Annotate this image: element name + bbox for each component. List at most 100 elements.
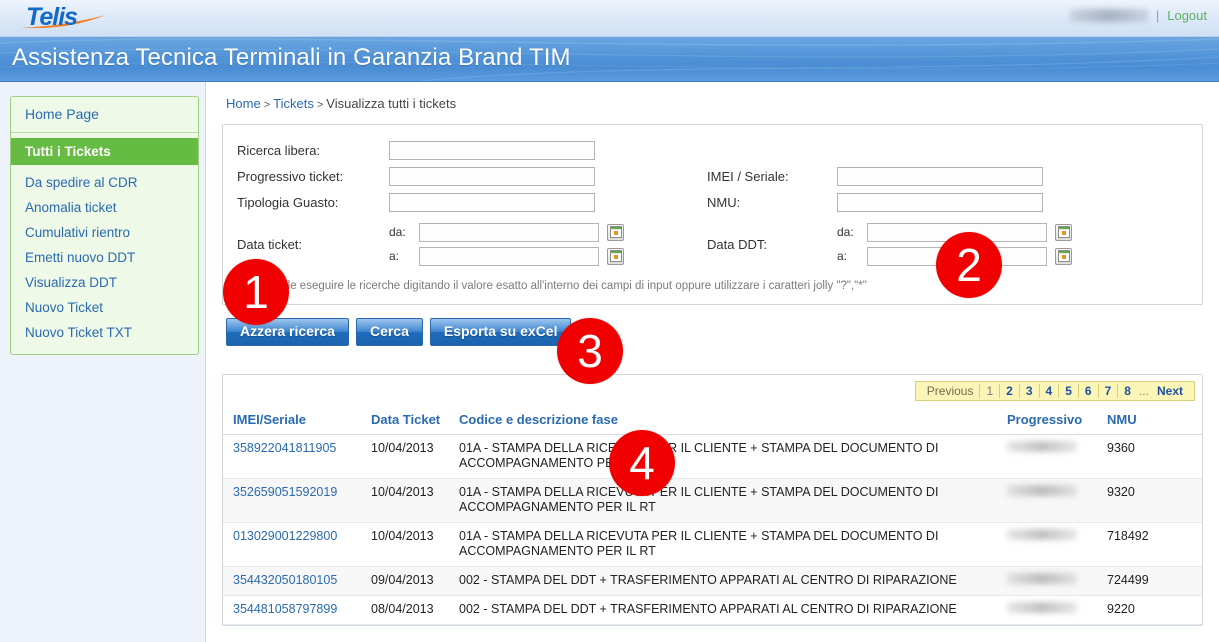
cell-nmu: 718492 [1097, 522, 1202, 567]
pagination-page-5[interactable]: 5 [1058, 384, 1078, 398]
table-row[interactable]: 352659051592019 10/04/2013 01A - STAMPA … [223, 478, 1202, 523]
imei-link[interactable]: 354481058797899 [233, 602, 337, 616]
pagination-page-8[interactable]: 8 [1117, 384, 1137, 398]
user-separator: | [1155, 8, 1160, 23]
imei-link[interactable]: 352659051592019 [233, 485, 337, 499]
label-data-ticket-to: a: [389, 249, 400, 263]
sidebar: Home Page Tutti i Tickets Da spedire al … [0, 82, 206, 642]
cell-fase: 01A - STAMPA DELLA RICEVUTA PER IL CLIEN… [449, 478, 997, 523]
cerca-button[interactable]: Cerca [355, 318, 423, 346]
breadcrumb-link-home[interactable]: Home [226, 96, 261, 111]
pagination-page-6[interactable]: 6 [1077, 384, 1098, 398]
data-ticket-from-input[interactable] [419, 222, 599, 242]
column-header-imei-seriale[interactable]: IMEI/Seriale [223, 407, 361, 435]
pagination-page-4[interactable]: 4 [1038, 384, 1059, 398]
table-row[interactable]: 354432050180105 09/04/2013 002 - STAMPA … [223, 566, 1202, 596]
user-area: | Logout [1069, 8, 1207, 23]
cell-data-ticket: 08/04/2013 [361, 595, 449, 625]
field-row-ricerca-libera: Ricerca libera: [237, 138, 707, 162]
calendar-icon-data-ddt-to[interactable] [1055, 247, 1072, 265]
cell-nmu: 9320 [1097, 478, 1202, 523]
imei-link[interactable]: 354432050180105 [233, 573, 337, 587]
tipologia-guasto-input[interactable] [389, 192, 595, 212]
cell-fase: 01A - STAMPA DELLA RICEVUTA PER IL CLIEN… [449, 434, 997, 479]
cell-fase: 002 - STAMPA DEL DDT + TRASFERIMENTO APP… [449, 566, 997, 596]
breadcrumb-link-tickets[interactable]: Tickets [273, 96, 314, 111]
results-panel: Previous 1 2 3 4 5 6 7 8 ... Next IMEI/S… [222, 374, 1203, 626]
sidebar-item-anomalia-ticket[interactable]: Anomalia ticket [11, 195, 198, 220]
imei-link[interactable]: 013029001229800 [233, 529, 337, 543]
progressivo-redacted [1007, 485, 1077, 496]
sidebar-item-cumulativi-rientro[interactable]: Cumulativi rientro [11, 220, 198, 245]
field-row-data-ticket: Data ticket: da: a: [237, 220, 707, 268]
cell-data-ticket: 10/04/2013 [361, 434, 449, 479]
pagination-page-7[interactable]: 7 [1097, 384, 1118, 398]
esporta-excel-button[interactable]: Esporta su exCel [429, 318, 572, 346]
progressivo-ticket-input[interactable] [389, 166, 595, 186]
column-header-data-ticket[interactable]: Data Ticket [361, 407, 449, 435]
sidebar-item-visualizza-ddt[interactable]: Visualizza DDT [11, 270, 198, 295]
telis-logo: Telis [18, 1, 118, 35]
data-ticket-to-row: a: [389, 244, 624, 268]
column-header-nmu[interactable]: NMU [1097, 407, 1202, 435]
annotation-badge-4: 4 [609, 430, 675, 496]
sidebar-item-list: Tutti i Tickets Da spedire al CDR Anomal… [11, 133, 198, 354]
annotation-badge-2: 2 [936, 232, 1002, 298]
progressivo-redacted [1007, 529, 1077, 540]
nmu-input[interactable] [837, 192, 1043, 212]
cell-nmu: 9220 [1097, 595, 1202, 625]
logout-link[interactable]: Logout [1167, 8, 1207, 23]
cell-fase: 01A - STAMPA DELLA RICEVUTA PER IL CLIEN… [449, 522, 997, 567]
search-hint-text: È possibile eseguire le ricerche digitan… [241, 280, 867, 292]
table-row[interactable]: 358922041811905 10/04/2013 01A - STAMPA … [223, 434, 1202, 479]
sidebar-item-emetti-nuovo-ddt[interactable]: Emetti nuovo DDT [11, 245, 198, 270]
main-content: Home > Tickets > Visualizza tutti i tickets … [206, 82, 1219, 642]
label-ricerca-libera: Ricerca libera: [237, 142, 321, 158]
cell-progressivo [997, 522, 1097, 567]
app-title-bar: Assistenza Tecnica Terminali in Garanzia… [0, 37, 1219, 82]
cell-nmu: 724499 [1097, 566, 1202, 596]
sidebar-item-home-page[interactable]: Home Page [11, 97, 198, 133]
column-header-progressivo[interactable]: Progressivo [997, 407, 1097, 435]
breadcrumb: Home > Tickets > Visualizza tutti i tickets [226, 96, 1203, 111]
search-panel: Ricerca libera: Progressivo ticket: Tipo… [222, 124, 1203, 305]
data-ticket-to-input[interactable] [419, 246, 599, 266]
cell-progressivo [997, 566, 1097, 596]
pagination-page-2[interactable]: 2 [999, 384, 1019, 398]
cell-imei: 354481058797899 [223, 595, 361, 625]
top-bar: Telis | Logout [0, 0, 1219, 37]
table-row[interactable]: 013029001229800 10/04/2013 01A - STAMPA … [223, 522, 1202, 567]
progressivo-redacted [1007, 441, 1077, 452]
imei-link[interactable]: 358922041811905 [233, 441, 336, 455]
field-row-tipologia-guasto: Tipologia Guasto: [237, 190, 707, 214]
search-form: Ricerca libera: Progressivo ticket: Tipo… [237, 138, 1188, 268]
ricerca-libera-input[interactable] [389, 140, 595, 160]
column-header-codice-descrizione-fase[interactable]: Codice e descrizione fase [449, 407, 997, 435]
pagination-previous[interactable]: Previous [921, 384, 980, 398]
table-row[interactable]: 354481058797899 08/04/2013 002 - STAMPA … [223, 595, 1202, 625]
cell-imei: 358922041811905 [223, 434, 361, 479]
pagination: Previous 1 2 3 4 5 6 7 8 ... Next [914, 381, 1195, 401]
label-data-ticket-from: da: [389, 225, 406, 239]
label-data-ddt: Data DDT: [707, 236, 767, 252]
sidebar-item-da-spedire-al-cdr[interactable]: Da spedire al CDR [11, 170, 198, 195]
imei-seriale-input[interactable] [837, 166, 1043, 186]
progressivo-redacted [1007, 573, 1077, 584]
pagination-next[interactable]: Next [1151, 384, 1189, 398]
cell-imei: 013029001229800 [223, 522, 361, 567]
calendar-icon-data-ddt-from[interactable] [1055, 223, 1072, 241]
sidebar-item-nuovo-ticket-txt[interactable]: Nuovo Ticket TXT [11, 320, 198, 345]
cell-progressivo [997, 434, 1097, 479]
calendar-icon-data-ticket-from[interactable] [607, 223, 624, 241]
pagination-page-1: 1 [979, 384, 999, 398]
cell-imei: 352659051592019 [223, 478, 361, 523]
cell-nmu: 9360 [1097, 434, 1202, 479]
sidebar-item-nuovo-ticket[interactable]: Nuovo Ticket [11, 295, 198, 320]
sidebar-item-tutti-i-tickets[interactable]: Tutti i Tickets [11, 138, 198, 165]
pagination-page-3[interactable]: 3 [1018, 384, 1039, 398]
calendar-icon-data-ticket-to[interactable] [607, 247, 624, 265]
search-actions: Azzera ricerca Cerca Esporta su exCel [226, 318, 1203, 346]
search-form-left-column: Ricerca libera: Progressivo ticket: Tipo… [237, 138, 707, 268]
logo-wordmark: Telis [26, 3, 78, 31]
breadcrumb-current: Visualizza tutti i tickets [326, 96, 457, 111]
